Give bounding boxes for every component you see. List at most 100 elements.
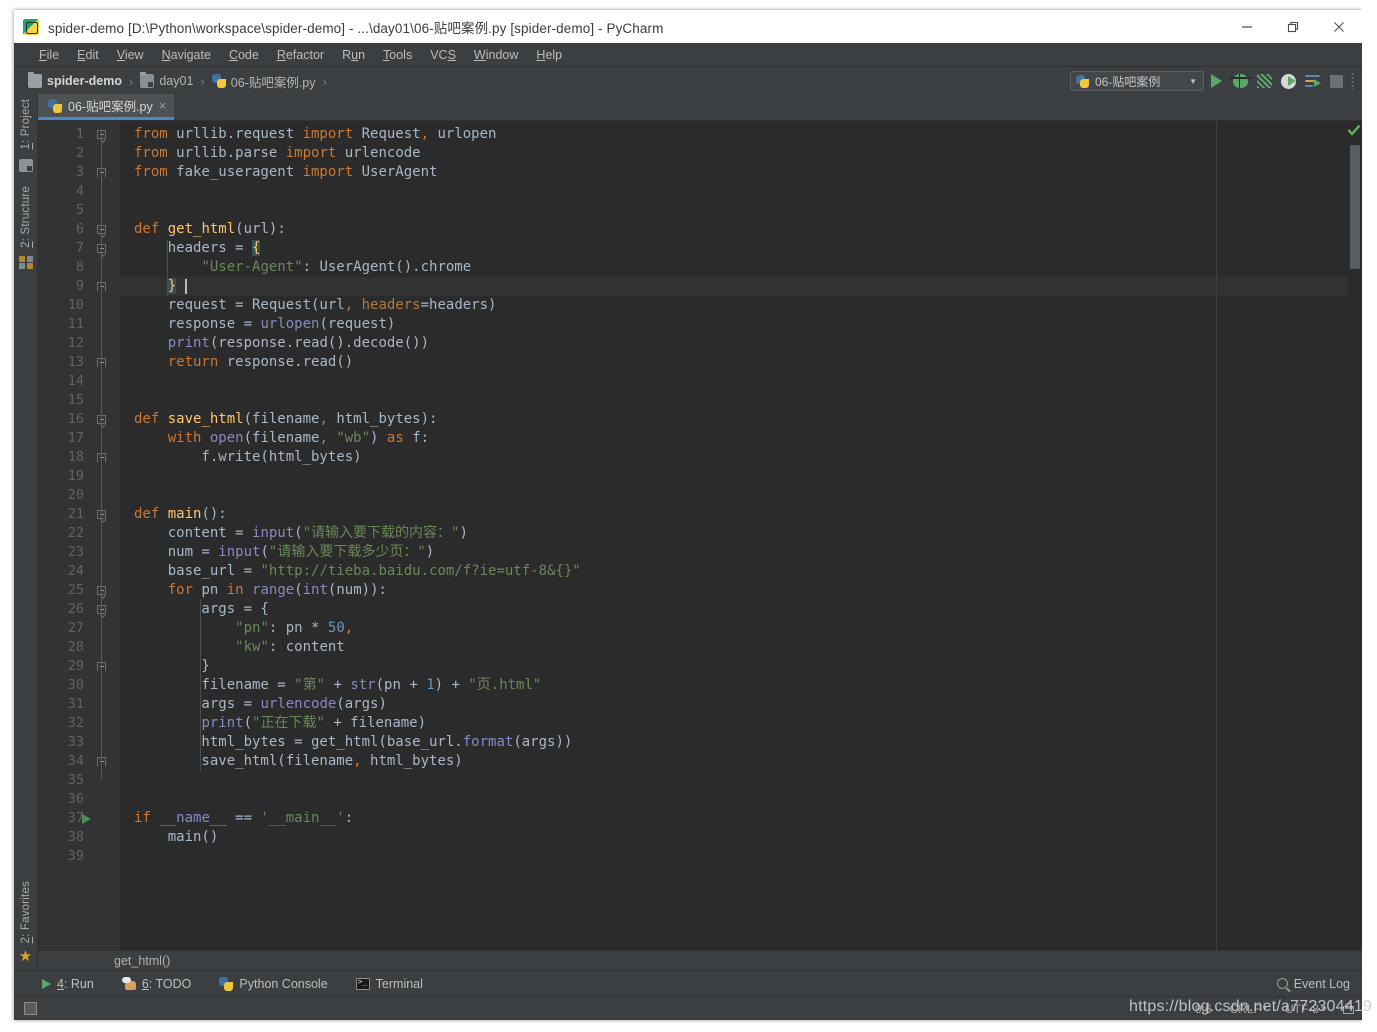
- code-line[interactable]: main(): [120, 828, 1348, 847]
- menu-edit[interactable]: Edit: [68, 46, 108, 64]
- run-configuration-selector[interactable]: 06-贴吧案例 ▼: [1070, 71, 1204, 91]
- code-line[interactable]: [120, 391, 1348, 410]
- project-icon[interactable]: [18, 158, 33, 172]
- gutter-line-number: 8: [75, 259, 84, 275]
- run-coverage-button[interactable]: [1252, 69, 1276, 93]
- gutter-line-number: 13: [38, 353, 120, 372]
- sidebar-item-project[interactable]: 1: Project: [20, 95, 32, 156]
- tool-window-terminal[interactable]: Terminal: [355, 977, 423, 991]
- menu-tools[interactable]: Tools: [374, 46, 421, 64]
- code-line[interactable]: def save_html(filename, html_bytes):: [120, 410, 1348, 429]
- status-caret-position[interactable]: 9:6: [1195, 1002, 1212, 1016]
- star-icon[interactable]: ★: [19, 949, 32, 964]
- sidebar-item-favorites[interactable]: 2: Favorites: [20, 877, 32, 950]
- code-line[interactable]: html_bytes = get_html(base_url.format(ar…: [120, 733, 1348, 752]
- code-line[interactable]: with open(filename, "wb") as f:: [120, 429, 1348, 448]
- close-icon[interactable]: [1316, 10, 1362, 43]
- run-toolbar: 06-贴吧案例 ▼: [1070, 67, 1354, 95]
- code-line[interactable]: }: [120, 277, 1348, 296]
- lock-icon[interactable]: [1343, 1003, 1354, 1014]
- code-line[interactable]: response = urlopen(request): [120, 315, 1348, 334]
- tool-window-run[interactable]: 4: Run: [42, 977, 94, 991]
- run-button[interactable]: [1204, 69, 1228, 93]
- editor-tab-file[interactable]: 06-贴吧案例.py ×: [38, 94, 175, 120]
- code-line[interactable]: "pn": pn * 50,: [120, 619, 1348, 638]
- code-line[interactable]: args = urlencode(args): [120, 695, 1348, 714]
- toggle-toolwindows-icon[interactable]: [24, 1002, 37, 1015]
- code-line[interactable]: [120, 771, 1348, 790]
- editor-breadcrumb-label: get_html(): [114, 953, 171, 968]
- editor-scrollbar[interactable]: [1347, 121, 1362, 950]
- code-line[interactable]: [120, 486, 1348, 505]
- structure-icon[interactable]: [18, 256, 33, 270]
- close-icon[interactable]: ×: [159, 99, 167, 112]
- tool-window-python-console[interactable]: Python Console: [219, 976, 328, 991]
- code-line[interactable]: [120, 847, 1348, 866]
- breadcrumb-item-file[interactable]: 06-贴吧案例.py: [211, 72, 316, 91]
- attach-button[interactable]: [1300, 69, 1324, 93]
- code-line[interactable]: num = input("请输入要下载多少页："): [120, 543, 1348, 562]
- menu-vcs[interactable]: VCS: [421, 46, 465, 64]
- window-titlebar: spider-demo [D:\Python\workspace\spider-…: [14, 10, 1362, 43]
- code-line[interactable]: headers = {: [120, 239, 1348, 258]
- code-line[interactable]: request = Request(url, headers=headers): [120, 296, 1348, 315]
- tool-window-todo[interactable]: 6: TODO: [121, 977, 191, 991]
- code-line[interactable]: content = input("请输入要下载的内容："): [120, 524, 1348, 543]
- gutter-line-number: 14: [67, 373, 84, 389]
- code-line[interactable]: args = {: [120, 600, 1348, 619]
- code-line[interactable]: base_url = "http://tieba.baidu.com/f?ie=…: [120, 562, 1348, 581]
- menu-help[interactable]: Help: [527, 46, 571, 64]
- code-content[interactable]: from urllib.request import Request, urlo…: [120, 121, 1348, 950]
- profile-button[interactable]: [1276, 69, 1300, 93]
- sidebar-item-structure[interactable]: 2: Structure: [20, 182, 32, 254]
- code-line[interactable]: "kw": content: [120, 638, 1348, 657]
- code-line[interactable]: from fake_useragent import UserAgent: [120, 163, 1348, 182]
- code-line[interactable]: from urllib.request import Request, urlo…: [120, 125, 1348, 144]
- inspection-ok-icon[interactable]: [1347, 123, 1361, 136]
- menu-code[interactable]: Code: [220, 46, 268, 64]
- run-gutter-icon[interactable]: [82, 814, 91, 824]
- minimize-icon[interactable]: [1224, 10, 1270, 43]
- editor-gutter[interactable]: 1 2 3 4 5 6 7 8 9 10 11 12 13 14 15 16 17 18 19 20 21 22 23 24 2…: [38, 121, 120, 950]
- code-line[interactable]: if __name__ == '__main__':: [120, 809, 1348, 828]
- menu-file[interactable]: File: [30, 46, 68, 64]
- code-line[interactable]: from urllib.parse import urlencode: [120, 144, 1348, 163]
- main-body: 1: Project 2: Structure 2: Favorites ★ 0…: [14, 94, 1362, 970]
- scrollbar-thumb[interactable]: [1350, 145, 1360, 269]
- menu-run[interactable]: Run: [333, 46, 374, 64]
- menu-window[interactable]: Window: [465, 46, 527, 64]
- gutter-line-number: 12: [67, 335, 84, 351]
- toolbar-grip[interactable]: [1351, 72, 1354, 90]
- code-line[interactable]: filename = "第" + str(pn + 1) + "页.html": [120, 676, 1348, 695]
- code-line[interactable]: print("正在下载" + filename): [120, 714, 1348, 733]
- editor-breadcrumb[interactable]: get_html(): [38, 950, 1362, 970]
- code-line[interactable]: [120, 467, 1348, 486]
- menu-navigate[interactable]: Navigate: [153, 46, 220, 64]
- code-line[interactable]: for pn in range(int(num)):: [120, 581, 1348, 600]
- code-line[interactable]: [120, 372, 1348, 391]
- stop-button[interactable]: [1324, 69, 1348, 93]
- breadcrumb-item-day01[interactable]: day01: [140, 72, 193, 88]
- code-line[interactable]: [120, 790, 1348, 809]
- menu-refactor[interactable]: Refactor: [268, 46, 333, 64]
- code-line[interactable]: [120, 182, 1348, 201]
- code-line[interactable]: def get_html(url):: [120, 220, 1348, 239]
- gutter-line-number: 33: [67, 734, 84, 750]
- restore-icon[interactable]: [1270, 10, 1316, 43]
- code-line[interactable]: }: [120, 657, 1348, 676]
- code-line[interactable]: print(response.read().decode()): [120, 334, 1348, 353]
- code-line[interactable]: def main():: [120, 505, 1348, 524]
- code-line[interactable]: [120, 201, 1348, 220]
- menu-view[interactable]: View: [108, 46, 153, 64]
- code-line[interactable]: save_html(filename, html_bytes): [120, 752, 1348, 771]
- status-line-separator[interactable]: CRLF ▾: [1230, 1002, 1267, 1016]
- code-line[interactable]: f.write(html_bytes): [120, 448, 1348, 467]
- code-line[interactable]: return response.read(): [120, 353, 1348, 372]
- status-encoding[interactable]: UTF-8 ▾: [1285, 1002, 1325, 1016]
- debug-button[interactable]: [1228, 69, 1252, 93]
- page-right-margin: [1362, 0, 1377, 1032]
- breadcrumb-item-project[interactable]: spider-demo: [28, 72, 122, 88]
- gutter-line-number: 32: [67, 715, 84, 731]
- event-log-button[interactable]: Event Log: [1276, 977, 1350, 991]
- code-line[interactable]: "User-Agent": UserAgent().chrome: [120, 258, 1348, 277]
